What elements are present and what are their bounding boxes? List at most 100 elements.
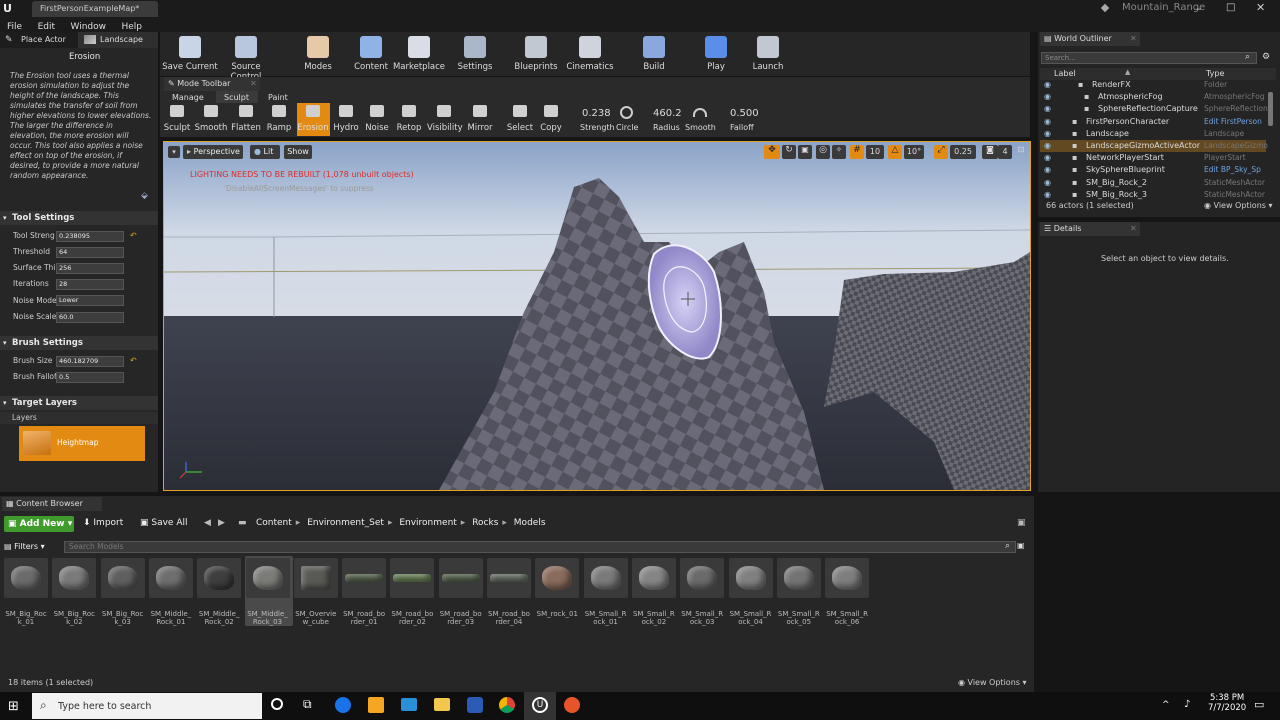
save-all-button[interactable]: ▣ Save All [140, 518, 188, 528]
tool-hydro[interactable]: Hydro [329, 105, 363, 133]
asset-tile[interactable]: SM_Middle_Rock_02 [197, 558, 242, 626]
asset-tile[interactable]: SM_Small_Rock_05 [776, 558, 821, 626]
tool-ramp[interactable]: Ramp [262, 105, 296, 133]
minimize-button[interactable]: – [1196, 2, 1202, 15]
scene-render[interactable] [164, 142, 1030, 490]
content-search-input[interactable]: Search Models [64, 541, 1016, 553]
menu-file[interactable]: File [7, 22, 22, 32]
blueprints-button[interactable]: Blueprints [508, 36, 564, 72]
outliner-view-options[interactable]: ◉ View Options ▾ [1204, 201, 1273, 210]
breadcrumb-separator-icon[interactable]: ▸ [296, 518, 303, 528]
steam-icon[interactable] [335, 697, 351, 713]
outliner-row[interactable]: ◉ ▪ SM_Big_Rock_3 StaticMeshActor [1044, 190, 1265, 202]
world-icon[interactable]: ◎ [816, 145, 830, 159]
menu-help[interactable]: Help [122, 22, 143, 32]
launch-button[interactable]: Launch [740, 36, 796, 72]
tab-manage[interactable]: Manage [172, 93, 204, 102]
type-column-header[interactable]: Type [1206, 69, 1224, 78]
chrome-icon[interactable] [499, 697, 515, 713]
lock-icon[interactable]: ▣ [1017, 518, 1026, 528]
close-button[interactable]: ✕ [1256, 1, 1265, 14]
tab-sculpt[interactable]: Sculpt [224, 93, 249, 102]
brush-falloff-field[interactable]: 0.5 [56, 372, 124, 383]
reset-icon[interactable]: ↶ [130, 356, 137, 365]
asset-tile[interactable]: SM_rock_01 [535, 558, 580, 618]
modes-button[interactable]: Modes [290, 36, 346, 72]
brush-size-field[interactable]: 460.182709 [56, 356, 124, 367]
content-view-options[interactable]: ◉ View Options ▾ [958, 678, 1027, 687]
show-button[interactable]: Show [284, 145, 312, 159]
save-search-icon[interactable]: ▣ [1017, 541, 1025, 550]
visibility-eye-icon[interactable]: ◉ [1044, 80, 1051, 89]
asset-tile[interactable]: SM_Middle_Rock_01 [148, 558, 193, 626]
tool-mirror[interactable]: Mirror [463, 105, 497, 133]
surface-thickness-field[interactable]: 256 [56, 263, 124, 274]
asset-tile[interactable]: SM_road_border_02 [390, 558, 435, 626]
asset-tile[interactable]: SM_road_border_01 [342, 558, 387, 626]
strength-value[interactable]: 0.238 [582, 108, 611, 119]
taskbar-search[interactable]: ⌕ Type here to search [32, 693, 262, 719]
visibility-eye-icon[interactable]: ◉ [1044, 190, 1051, 199]
grid-snap-value[interactable]: 10 [866, 145, 884, 159]
falloff-value[interactable]: 0.500 [730, 108, 759, 119]
outliner-settings-icon[interactable]: ⚙ [1262, 52, 1270, 62]
unreal-taskbar-button[interactable]: U [524, 692, 556, 720]
source-control-button[interactable]: Source Control [218, 36, 274, 82]
tool-settings-header[interactable]: ▾ Tool Settings [0, 211, 158, 225]
perspective-button[interactable]: ▸ Perspective [183, 145, 243, 159]
outliner-row[interactable]: ◉ ▪ RenderFX Folder [1044, 80, 1264, 92]
viewport-options-icon[interactable]: ▾ [168, 146, 180, 158]
build-button[interactable]: Build [626, 36, 682, 72]
clock[interactable]: 5:38 PM 7/7/2020 [1208, 693, 1246, 713]
visibility-eye-icon[interactable]: ◉ [1044, 129, 1051, 138]
asset-tile[interactable]: SM_Small_Rock_01 [583, 558, 628, 626]
world-outliner-tab[interactable]: ▤ World Outliner ✕ [1040, 32, 1140, 46]
radius-value[interactable]: 460.2 [653, 108, 682, 119]
tool-visibility[interactable]: Visibility [427, 105, 463, 133]
task-view-icon[interactable]: ⧉ [303, 697, 312, 712]
windows-start-icon[interactable]: ⊞ [8, 699, 19, 714]
threshold-field[interactable]: 64 [56, 247, 124, 258]
outliner-row[interactable]: ◉ ▪ FirstPersonCharacter Edit FirstPerson [1044, 117, 1264, 129]
tool-retop[interactable]: Retop [392, 105, 426, 133]
outliner-row[interactable]: ◉ ▪ LandscapeGizmoActiveActor LandscapeGizm… [1044, 141, 1268, 153]
circle-brush-icon[interactable] [620, 106, 633, 119]
tool-noise[interactable]: Noise [360, 105, 394, 133]
details-tab[interactable]: ☰ Details ✕ [1040, 222, 1140, 236]
visibility-eye-icon[interactable]: ◉ [1044, 153, 1051, 162]
tool-strength-field[interactable]: 0.238095 [56, 231, 124, 242]
mail-icon[interactable] [401, 698, 417, 711]
speaker-icon[interactable]: ♪ [1184, 699, 1190, 710]
back-icon[interactable]: ◀ [204, 518, 211, 528]
heightmap-layer[interactable]: Heightmap [19, 426, 145, 461]
asset-tile[interactable]: SM_Small_Rock_04 [728, 558, 773, 626]
rotate-icon[interactable]: ↻ [782, 145, 796, 159]
label-column-header[interactable]: Label [1054, 69, 1076, 78]
asset-tile[interactable]: SM_Big_Rock_03 [100, 558, 145, 626]
surface-snap-icon[interactable]: ✧ [832, 145, 846, 159]
breadcrumb-separator-icon[interactable]: ▸ [502, 518, 509, 528]
camera-speed-icon[interactable]: ◙ [982, 145, 998, 159]
visibility-eye-icon[interactable]: ◉ [1044, 141, 1051, 150]
cortana-icon[interactable] [271, 698, 283, 710]
translate-icon[interactable]: ✥ [764, 145, 780, 159]
rotation-snap-icon[interactable]: △ [888, 145, 902, 159]
outliner-row[interactable]: ◉ ▪ AtmosphericFog AtmosphericFog [1044, 92, 1265, 104]
target-layers-header[interactable]: ▾ Target Layers [0, 396, 158, 410]
asset-tile[interactable]: SM_road_border_04 [487, 558, 531, 626]
outliner-row[interactable]: ◉ ▪ SphereReflectionCapture SphereReflectio… [1044, 104, 1268, 116]
maximize-viewport-icon[interactable]: ⊡ [1016, 145, 1026, 159]
scale-snap-value[interactable]: 0.25 [950, 145, 976, 159]
rotation-snap-value[interactable]: 10° [904, 145, 924, 159]
noise-scale-field[interactable]: 60.0 [56, 312, 124, 323]
recorder-icon[interactable] [564, 697, 580, 713]
asset-tile[interactable]: SM_Overview_cube [293, 558, 338, 626]
tool-erosion[interactable]: Erosion [296, 105, 330, 133]
outliner-row[interactable]: ◉ ▪ SM_Big_Rock_2 StaticMeshActor [1044, 178, 1265, 190]
lit-button[interactable]: ● Lit [250, 145, 280, 159]
breadcrumb-separator-icon[interactable]: ▸ [461, 518, 468, 528]
outliner-row[interactable]: ◉ ▪ NetworkPlayerStart PlayerStart [1044, 153, 1264, 165]
play-button[interactable]: Play [688, 36, 744, 72]
maximize-button[interactable]: □ [1226, 2, 1235, 13]
tool-smooth[interactable]: Smooth [194, 105, 228, 133]
